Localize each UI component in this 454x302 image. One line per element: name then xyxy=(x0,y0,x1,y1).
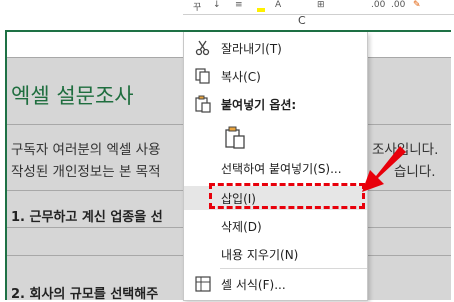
highlight-color-swatch[interactable] xyxy=(257,8,265,12)
menu-item-label: 선택하여 붙여넣기(S)... xyxy=(221,162,342,176)
mini-toolbar: 꾸 ↓ ≡ A ⊞ .00 .00 ✎ xyxy=(183,0,454,15)
menu-item-label: 복사(C) xyxy=(221,70,261,84)
mini-toolbar-item[interactable]: .00 xyxy=(371,0,385,10)
menu-item-delete[interactable]: 삭제(D) xyxy=(184,214,367,238)
mini-toolbar-item[interactable]: ≡ xyxy=(235,0,243,10)
paste-icon xyxy=(194,95,212,113)
menu-item-copy[interactable]: 복사(C) xyxy=(184,64,367,88)
menu-item-format-cells[interactable]: 셀 서식(F)... xyxy=(184,272,367,296)
format-cells-icon xyxy=(194,275,212,293)
mini-toolbar-item[interactable]: ⊞ xyxy=(317,0,325,10)
question-2[interactable]: 2. 회사의 규모를 선택해주 xyxy=(11,283,158,302)
intro-line-1[interactable]: 구독자 여러분의 엑셀 사용 xyxy=(11,138,161,158)
column-letter-c[interactable]: C xyxy=(298,14,306,27)
menu-item-label: 잘라내기(T) xyxy=(221,42,282,56)
menu-separator xyxy=(220,268,367,269)
menu-item-label: 붙여넣기 옵션: xyxy=(221,98,297,112)
scissors-icon xyxy=(194,39,212,57)
intro-line-2[interactable]: 작성된 개인정보는 본 목적 xyxy=(11,160,161,180)
paste-option-icon[interactable] xyxy=(224,126,246,150)
menu-item-cut[interactable]: 잘라내기(T) xyxy=(184,36,367,60)
menu-item-clear-contents[interactable]: 내용 지우기(N) xyxy=(184,242,367,266)
survey-title[interactable]: 엑셀 설문조사 xyxy=(11,80,134,110)
copy-icon xyxy=(194,67,212,85)
selection-border-left xyxy=(5,30,7,300)
mini-toolbar-item[interactable]: A xyxy=(275,0,281,10)
menu-item-paste-options: 붙여넣기 옵션: xyxy=(184,92,367,116)
menu-item-label: 삭제(D) xyxy=(221,220,262,234)
mini-toolbar-item[interactable]: .00 xyxy=(391,0,405,10)
mini-toolbar-item[interactable]: ↓ xyxy=(213,0,221,10)
mini-toolbar-item[interactable]: ✎ xyxy=(413,0,421,10)
mini-toolbar-item[interactable]: 꾸 xyxy=(193,0,201,13)
question-1[interactable]: 1. 근무하고 계신 업종을 선 xyxy=(11,206,163,225)
menu-item-label: 셀 서식(F)... xyxy=(221,278,286,292)
menu-item-label: 내용 지우기(N) xyxy=(221,248,299,262)
red-arrow-icon xyxy=(362,146,406,192)
